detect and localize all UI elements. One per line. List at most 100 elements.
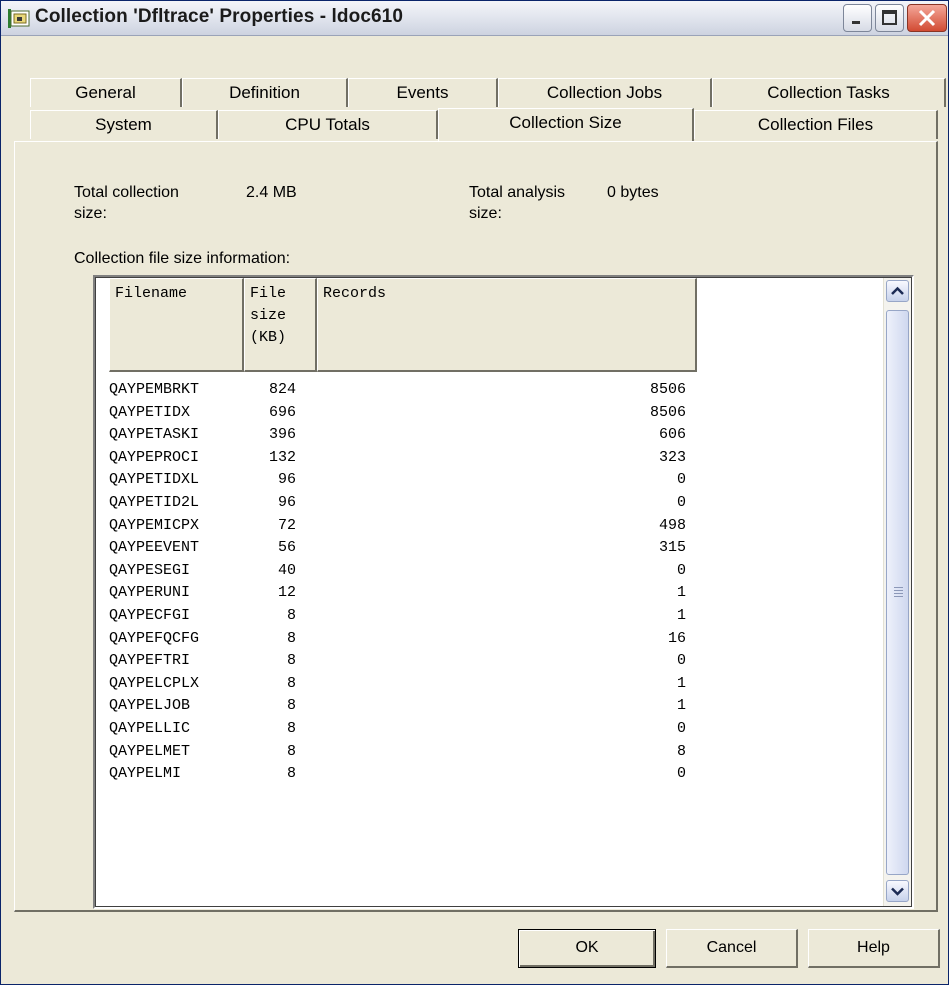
table-row[interactable]: QAYPELLIC 8 0 bbox=[96, 718, 880, 741]
total-analysis-label-line2: size: bbox=[469, 205, 502, 222]
filename-cell: QAYPEPROCI bbox=[109, 448, 200, 466]
records-cell: 0 bbox=[676, 652, 686, 670]
filename-cell: QAYPELCPLX bbox=[109, 674, 200, 692]
table-row[interactable]: QAYPETIDXL 96 0 bbox=[96, 469, 880, 492]
filename-cell: QAYPEFTRI bbox=[109, 652, 191, 670]
file-size-cell: 72 bbox=[277, 516, 296, 534]
table-row[interactable]: QAYPELJOB 8 1 bbox=[96, 695, 880, 718]
filename-cell: QAYPELJOB bbox=[109, 697, 191, 715]
scroll-thumb[interactable] bbox=[886, 310, 909, 875]
records-cell: 8 bbox=[676, 742, 686, 760]
help-button[interactable]: Help bbox=[808, 929, 940, 968]
table-row[interactable]: QAYPEFQCFG 8 16 bbox=[96, 628, 880, 651]
records-cell: 8506 bbox=[649, 403, 686, 421]
table-row[interactable]: QAYPETID2L 96 0 bbox=[96, 492, 880, 515]
scroll-up-button[interactable] bbox=[886, 280, 909, 302]
table-row[interactable]: QAYPELMI 8 0 bbox=[96, 763, 880, 786]
filename-cell: QAYPETID2L bbox=[109, 494, 200, 511]
records-cell: 323 bbox=[658, 448, 686, 466]
file-size-cell: 8 bbox=[286, 629, 296, 647]
total-collection-size-label: Total collection size: bbox=[74, 182, 179, 224]
close-button[interactable] bbox=[907, 4, 947, 32]
file-size-cell: 824 bbox=[268, 381, 296, 398]
records-cell: 1 bbox=[676, 584, 686, 602]
tab-events[interactable]: Events bbox=[348, 78, 498, 107]
filename-cell: QAYPECFGI bbox=[109, 607, 191, 624]
table-row[interactable]: QAYPELMET 8 8 bbox=[96, 741, 880, 764]
file-size-cell: 12 bbox=[277, 584, 296, 602]
scroll-down-button[interactable] bbox=[886, 880, 909, 902]
total-analysis-size-label: Total analysis size: bbox=[469, 182, 565, 224]
column-header-filename-label: Filename bbox=[115, 285, 188, 302]
table-row[interactable]: QAYPEFTRI 8 0 bbox=[96, 650, 880, 673]
table-row[interactable]: QAYPETIDX 696 8506 bbox=[96, 402, 880, 425]
file-size-cell: 8 bbox=[286, 697, 296, 715]
records-cell: 1 bbox=[676, 697, 686, 715]
table-row[interactable]: QAYPETASKI 396 606 bbox=[96, 424, 880, 447]
table-row[interactable]: QAYPEPROCI 132 323 bbox=[96, 447, 880, 470]
records-cell: 0 bbox=[676, 471, 686, 489]
file-size-cell: 396 bbox=[268, 426, 296, 444]
ok-button[interactable]: OK bbox=[518, 929, 656, 968]
file-size-cell: 8 bbox=[286, 720, 296, 737]
tab-cpu-totals[interactable]: CPU Totals bbox=[218, 110, 438, 139]
title-bar[interactable]: Collection 'Dfltrace' Properties - ldoc6… bbox=[1, 1, 948, 36]
filename-cell: QAYPEEVENT bbox=[109, 539, 200, 557]
vertical-scrollbar[interactable] bbox=[883, 278, 911, 906]
records-cell: 1 bbox=[676, 607, 686, 624]
filename-cell: QAYPETIDXL bbox=[109, 471, 200, 489]
file-size-cell: 696 bbox=[268, 403, 296, 421]
tab-collection-tasks[interactable]: Collection Tasks bbox=[712, 78, 946, 107]
filename-cell: QAYPELMET bbox=[109, 742, 191, 760]
minimize-icon bbox=[852, 21, 860, 24]
column-header-records[interactable]: Records bbox=[317, 278, 697, 372]
maximize-icon bbox=[882, 10, 897, 25]
file-size-cell: 8 bbox=[286, 607, 296, 624]
total-collection-label-line2: size: bbox=[74, 205, 107, 222]
tab-definition[interactable]: Definition bbox=[182, 78, 348, 107]
column-header-filename[interactable]: Filename bbox=[109, 278, 244, 372]
file-size-list-inner: Filename File size (KB) Records QAYPEMBR… bbox=[95, 277, 912, 907]
total-analysis-size-value: 0 bytes bbox=[607, 184, 659, 201]
records-cell: 315 bbox=[658, 539, 686, 557]
tab-collection-jobs[interactable]: Collection Jobs bbox=[498, 78, 712, 107]
chevron-up-icon bbox=[891, 286, 904, 295]
filename-cell: QAYPELLIC bbox=[109, 720, 191, 737]
minimize-button[interactable] bbox=[843, 4, 872, 32]
tab-general[interactable]: General bbox=[30, 78, 182, 107]
file-size-cell: 8 bbox=[286, 742, 296, 760]
table-row[interactable]: QAYPEMICPX 72 498 bbox=[96, 515, 880, 538]
file-size-cell: 40 bbox=[277, 561, 296, 579]
table-row[interactable]: QAYPEMBRKT 824 8506 bbox=[96, 379, 880, 402]
column-header-file-size-line2: size bbox=[250, 307, 287, 324]
filename-cell: QAYPEFQCFG bbox=[109, 629, 200, 647]
filename-cell: QAYPESEGI bbox=[109, 561, 191, 579]
file-size-cell: 96 bbox=[277, 471, 296, 489]
file-size-cell: 8 bbox=[286, 765, 296, 783]
records-cell: 498 bbox=[658, 516, 686, 534]
total-analysis-label-line1: Total analysis bbox=[469, 184, 566, 201]
collection-icon bbox=[8, 9, 30, 28]
records-cell: 8506 bbox=[649, 381, 686, 398]
tab-collection-files[interactable]: Collection Files bbox=[694, 110, 938, 139]
tab-system[interactable]: System bbox=[30, 110, 218, 139]
total-collection-size-value: 2.4 MB bbox=[246, 184, 297, 201]
maximize-button[interactable] bbox=[875, 4, 904, 32]
table-row[interactable]: QAYPELCPLX 8 1 bbox=[96, 673, 880, 696]
chevron-down-icon bbox=[891, 887, 904, 896]
tab-collection-size[interactable]: Collection Size bbox=[438, 108, 694, 141]
properties-dialog: Collection 'Dfltrace' Properties - ldoc6… bbox=[0, 0, 949, 985]
file-size-list[interactable]: Filename File size (KB) Records QAYPEMBR… bbox=[93, 275, 914, 909]
column-header-file-size[interactable]: File size (KB) bbox=[244, 278, 317, 372]
table-row[interactable]: QAYPECFGI 8 1 bbox=[96, 605, 880, 628]
cancel-button[interactable]: Cancel bbox=[666, 929, 798, 968]
filename-cell: QAYPERUNI bbox=[109, 584, 191, 602]
records-cell: 606 bbox=[658, 426, 686, 444]
close-icon bbox=[918, 9, 936, 27]
column-header-records-label: Records bbox=[323, 285, 387, 302]
table-row[interactable]: QAYPEEVENT 56 315 bbox=[96, 537, 880, 560]
table-row[interactable]: QAYPESEGI 40 0 bbox=[96, 560, 880, 583]
total-collection-label-line1: Total collection bbox=[74, 184, 179, 201]
table-row[interactable]: QAYPERUNI 12 1 bbox=[96, 582, 880, 605]
scroll-grip-icon bbox=[894, 587, 903, 599]
